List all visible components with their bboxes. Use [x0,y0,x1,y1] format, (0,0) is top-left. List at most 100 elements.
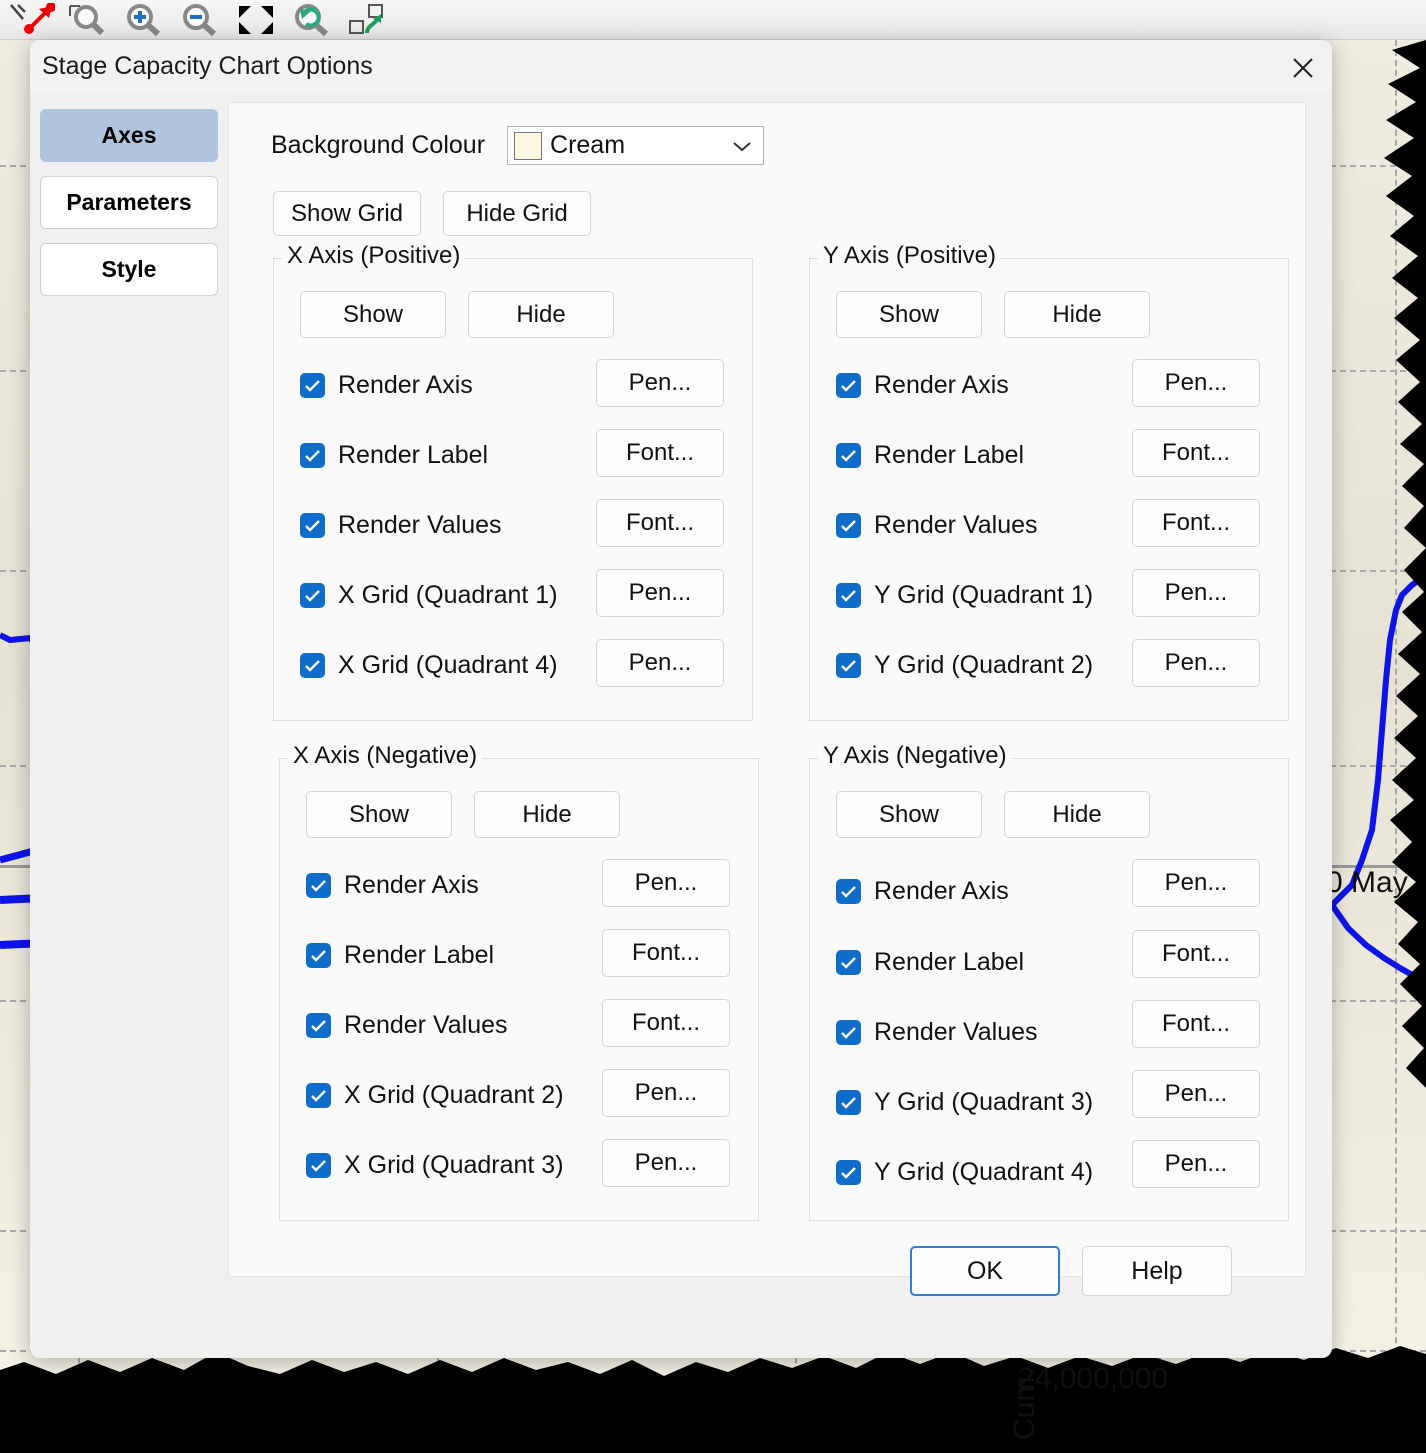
background-colour-row: Background Colour Cream [271,126,765,165]
x-positive-render-label-checkbox[interactable] [300,443,325,468]
x-negative-show-button[interactable]: Show [306,791,452,838]
y-negative-render-values-font-button[interactable]: Font... [1132,1000,1260,1048]
chart-toolbar[interactable] [0,0,1426,40]
zoom-restore-icon[interactable] [340,0,396,40]
x-positive-render-values-font-button[interactable]: Font... [596,499,724,547]
y-negative-grid-q3-pen-button[interactable]: Pen... [1132,1070,1260,1118]
group-x-axis-positive: X Axis (Positive) Show Hide Render Axis … [273,242,753,721]
y-positive-render-values-font-button[interactable]: Font... [1132,499,1260,547]
y-negative-render-values-label: Render Values [874,1018,1038,1046]
sidebar-item-style[interactable]: Style [40,243,218,296]
y-negative-grid-q4-checkbox[interactable] [836,1160,861,1185]
x-positive-render-label-font-button[interactable]: Font... [596,429,724,477]
sidebar-item-label: Style [101,256,157,282]
colour-swatch [514,131,543,160]
x-negative-render-label-row: Render Label Font... [306,929,784,977]
chart-y-axis-title: Cum [1008,1376,1041,1440]
y-positive-render-label-font-button[interactable]: Font... [1132,429,1260,477]
y-negative-render-label-label: Render Label [874,948,1025,976]
group-legend: Y Axis (Positive) [818,242,1001,270]
y-positive-render-label-label: Render Label [874,441,1025,469]
x-positive-show-button[interactable]: Show [300,291,446,338]
y-positive-render-axis-checkbox[interactable] [836,373,861,398]
y-positive-grid-q2-pen-button[interactable]: Pen... [1132,639,1260,687]
x-positive-grid-q4-checkbox[interactable] [300,653,325,678]
y-negative-render-axis-label: Render Axis [874,877,1009,905]
x-negative-render-label-label: Render Label [344,941,495,969]
x-positive-grid-q4-label: X Grid (Quadrant 4) [338,651,558,679]
group-legend: Y Axis (Negative) [818,742,1012,770]
y-positive-hide-button[interactable]: Hide [1004,291,1150,338]
y-negative-hide-button[interactable]: Hide [1004,791,1150,838]
x-negative-grid-q2-row: X Grid (Quadrant 2) Pen... [306,1069,784,1117]
x-negative-render-values-checkbox[interactable] [306,1013,331,1038]
x-positive-grid-q1-checkbox[interactable] [300,583,325,608]
y-positive-render-values-label: Render Values [874,511,1038,539]
sidebar-item-parameters[interactable]: Parameters [40,176,218,229]
zoom-previous-icon[interactable] [284,0,340,40]
zoom-out-icon[interactable] [172,0,228,40]
y-positive-grid-q1-label: Y Grid (Quadrant 1) [874,581,1094,609]
y-positive-show-button[interactable]: Show [836,291,982,338]
y-positive-grid-q1-pen-button[interactable]: Pen... [1132,569,1260,617]
hide-grid-button[interactable]: Hide Grid [443,191,591,236]
x-positive-render-axis-pen-button[interactable]: Pen... [596,359,724,407]
y-positive-render-label-checkbox[interactable] [836,443,861,468]
dialog-body: Axes Parameters Style Background Colour … [30,95,1332,1358]
y-positive-render-axis-pen-button[interactable]: Pen... [1132,359,1260,407]
x-negative-render-axis-label: Render Axis [344,871,479,899]
x-negative-render-values-font-button[interactable]: Font... [602,999,730,1047]
x-positive-render-axis-row: Render Axis Pen... [300,359,778,407]
x-negative-grid-q3-checkbox[interactable] [306,1153,331,1178]
y-positive-showhide: Show Hide [836,291,1150,338]
group-y-axis-positive: Y Axis (Positive) Show Hide Render Axis … [809,242,1289,721]
x-positive-render-label-row: Render Label Font... [300,429,778,477]
y-negative-show-button[interactable]: Show [836,791,982,838]
zoom-in-icon[interactable] [116,0,172,40]
x-positive-grid-q4-pen-button[interactable]: Pen... [596,639,724,687]
y-negative-render-axis-row: Render Axis Pen... [836,859,1314,907]
background-colour-select[interactable]: Cream [507,126,765,165]
zoom-window-icon[interactable] [60,0,116,40]
y-negative-render-label-font-button[interactable]: Font... [1132,930,1260,978]
x-negative-render-label-font-button[interactable]: Font... [602,929,730,977]
x-negative-render-label-checkbox[interactable] [306,943,331,968]
y-negative-render-axis-checkbox[interactable] [836,879,861,904]
ok-button[interactable]: OK [910,1246,1060,1296]
x-positive-grid-q1-pen-button[interactable]: Pen... [596,569,724,617]
close-icon[interactable] [1274,40,1332,95]
y-positive-render-axis-row: Render Axis Pen... [836,359,1314,407]
y-negative-render-values-checkbox[interactable] [836,1020,861,1045]
chevron-down-icon [731,139,753,153]
y-positive-grid-q1-row: Y Grid (Quadrant 1) Pen... [836,569,1314,617]
y-negative-render-label-checkbox[interactable] [836,950,861,975]
y-negative-showhide: Show Hide [836,791,1150,838]
x-positive-render-values-checkbox[interactable] [300,513,325,538]
y-positive-render-values-checkbox[interactable] [836,513,861,538]
trend-arrow-icon[interactable] [4,0,60,40]
x-positive-grid-q1-label: X Grid (Quadrant 1) [338,581,558,609]
zoom-extents-icon[interactable] [228,0,284,40]
x-negative-render-axis-pen-button[interactable]: Pen... [602,859,730,907]
x-positive-render-axis-label: Render Axis [338,371,473,399]
x-negative-showhide: Show Hide [306,791,620,838]
x-positive-hide-button[interactable]: Hide [468,291,614,338]
show-grid-button[interactable]: Show Grid [273,191,421,236]
y-negative-grid-q4-row: Y Grid (Quadrant 4) Pen... [836,1140,1314,1188]
y-negative-grid-q4-pen-button[interactable]: Pen... [1132,1140,1260,1188]
stage-capacity-chart-options-dialog: Stage Capacity Chart Options Axes Parame… [30,40,1332,1358]
y-negative-grid-q3-checkbox[interactable] [836,1090,861,1115]
sidebar-item-axes[interactable]: Axes [40,109,218,162]
help-button[interactable]: Help [1082,1246,1232,1296]
y-positive-grid-q1-checkbox[interactable] [836,583,861,608]
x-negative-render-axis-checkbox[interactable] [306,873,331,898]
y-negative-render-axis-pen-button[interactable]: Pen... [1132,859,1260,907]
chart-date-label: 0 May [1326,866,1408,899]
x-negative-grid-q3-pen-button[interactable]: Pen... [602,1139,730,1187]
x-positive-render-axis-checkbox[interactable] [300,373,325,398]
y-positive-grid-q2-checkbox[interactable] [836,653,861,678]
dialog-titlebar: Stage Capacity Chart Options [30,40,1332,95]
x-negative-hide-button[interactable]: Hide [474,791,620,838]
x-negative-grid-q2-checkbox[interactable] [306,1083,331,1108]
x-negative-grid-q2-pen-button[interactable]: Pen... [602,1069,730,1117]
